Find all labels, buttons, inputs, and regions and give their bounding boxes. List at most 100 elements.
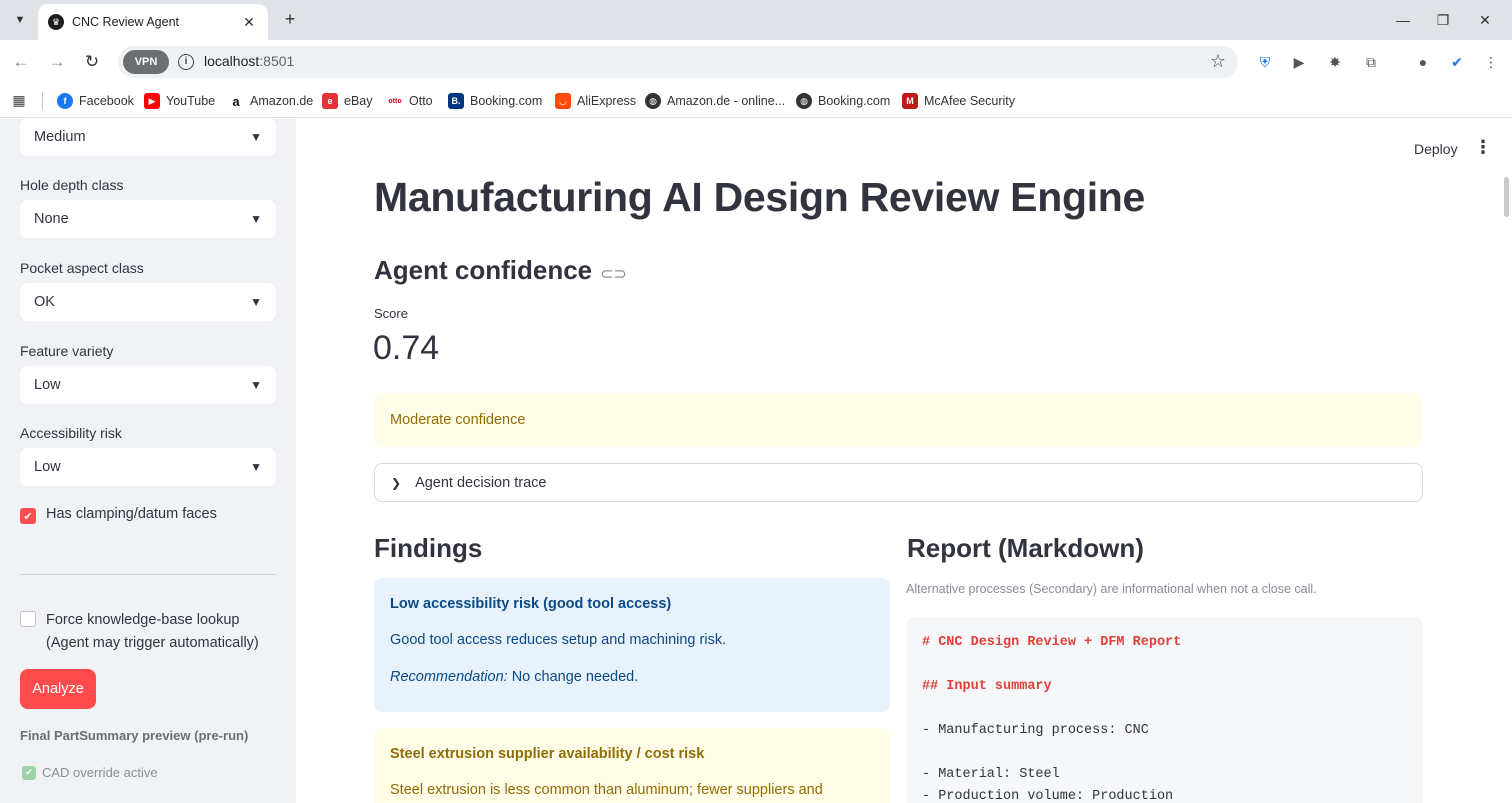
select-value: None — [34, 211, 69, 227]
badge-extension-icon[interactable]: ✸ — [1324, 51, 1346, 73]
mcafee-icon: M — [902, 93, 918, 109]
sidebar-divider — [20, 574, 276, 575]
close-window-icon[interactable]: ✕ — [1462, 6, 1508, 34]
finding-body: Steel extrusion is less common than alum… — [390, 782, 823, 798]
bookmark-star-icon[interactable]: ☆ — [1210, 51, 1226, 72]
force-kb-line1: Force knowledge-base lookup — [46, 612, 240, 628]
apps-grid-icon[interactable]: ▦ — [10, 91, 28, 109]
bookmark-facebook[interactable]: f Facebook — [57, 90, 134, 112]
finding-title: Steel extrusion supplier availability / … — [390, 746, 705, 762]
tab-title: CNC Review Agent — [72, 15, 179, 29]
feature-variety-select[interactable]: Low ▼ — [20, 366, 276, 404]
bookmark-label: Amazon.de — [250, 94, 314, 108]
analyze-button[interactable]: Analyze — [20, 669, 96, 709]
bookmarks-separator — [42, 92, 43, 110]
close-tab-icon[interactable]: ✕ — [240, 14, 258, 31]
bookmark-youtube[interactable]: ▶ YouTube — [144, 90, 215, 112]
bookmark-label: Facebook — [79, 94, 134, 108]
decision-trace-expander[interactable]: ❯ Agent decision trace — [374, 463, 1423, 502]
bookmark-amazon[interactable]: a Amazon.de — [228, 90, 313, 112]
video-extension-icon[interactable]: ▶ — [1288, 51, 1310, 73]
clamping-checkbox[interactable]: ✔ Has clamping/datum faces — [20, 506, 217, 524]
feature-variety-label: Feature variety — [20, 343, 114, 359]
bookmark-amazon-online[interactable]: ◍ Amazon.de - online... — [645, 90, 785, 112]
confidence-alert: Moderate confidence — [374, 393, 1422, 447]
finding-title: Low accessibility risk (good tool access… — [390, 596, 672, 612]
new-tab-icon[interactable]: + — [278, 8, 302, 32]
mcafee-shield-icon[interactable]: ✔ — [1446, 51, 1468, 73]
finding-recommendation: Recommendation: No change needed. — [390, 669, 874, 686]
force-kb-label: Force knowledge-base lookup (Agent may tr… — [46, 609, 259, 655]
finding-body: Good tool access reduces setup and machi… — [390, 632, 727, 648]
hole-depth-select[interactable]: None ▼ — [20, 200, 276, 238]
globe-icon: ◍ — [645, 93, 661, 109]
score-label: Score — [374, 306, 408, 321]
chevron-down-icon: ▼ — [250, 295, 262, 309]
checkbox-checked-icon[interactable]: ✔ — [20, 508, 36, 524]
select-value: Low — [34, 377, 61, 393]
password-manager-icon[interactable]: ⛨ — [1254, 51, 1276, 73]
code-line: ## Input summary — [922, 679, 1052, 694]
confidence-note: Moderate confidence — [390, 412, 526, 428]
address-bar[interactable]: VPN i localhost:8501 ☆ — [118, 46, 1238, 78]
report-heading: Report (Markdown) — [907, 533, 1144, 563]
main-content: Deploy ⋮ Manufacturing AI Design Review … — [296, 119, 1512, 803]
vpn-badge[interactable]: VPN — [123, 50, 169, 74]
reload-icon[interactable]: ↻ — [79, 49, 105, 75]
extensions-puzzle-icon[interactable]: ⧉ — [1360, 51, 1382, 73]
browser-tabstrip: ▼ ♛ CNC Review Agent ✕ + — ❐ ✕ — [0, 0, 1512, 40]
bookmark-aliexpress[interactable]: ◡ AliExpress — [555, 90, 636, 112]
trace-label: Agent decision trace — [415, 474, 547, 491]
restore-icon[interactable]: ❐ — [1420, 6, 1466, 34]
bookmark-booking[interactable]: B. Booking.com — [448, 90, 542, 112]
bookmark-label: Booking.com — [470, 94, 543, 108]
bookmark-booking-2[interactable]: ◍ Booking.com — [796, 90, 890, 112]
page-title: Manufacturing AI Design Review Engine — [374, 174, 1146, 220]
bookmark-otto[interactable]: otto Otto — [387, 90, 433, 112]
browser-tab[interactable]: ♛ CNC Review Agent ✕ — [38, 4, 268, 40]
clamping-label: Has clamping/datum faces — [46, 506, 217, 522]
back-icon[interactable]: ← — [8, 49, 34, 75]
chevron-down-icon: ▼ — [250, 130, 262, 144]
accessibility-risk-label: Accessibility risk — [20, 425, 122, 441]
top-select[interactable]: Medium ▼ — [20, 119, 276, 156]
recommendation-label: Recommendation: — [390, 669, 508, 686]
bookmark-label: Booking.com — [818, 94, 891, 108]
bookmark-label: McAfee Security — [924, 94, 1016, 108]
forward-icon[interactable]: → — [44, 49, 70, 75]
browser-toolbar: ← → ↻ VPN i localhost:8501 ☆ ⛨ ▶ ✸ ⧉ ● ✔… — [0, 40, 1512, 84]
finding-card: Low accessibility risk (good tool access… — [374, 578, 890, 712]
tab-search-icon[interactable]: ▼ — [8, 8, 32, 32]
browser-menu-icon[interactable]: ⋮ — [1480, 51, 1502, 73]
url-text[interactable]: localhost:8501 — [204, 53, 294, 69]
select-value: Low — [34, 459, 61, 475]
select-value: Medium — [34, 129, 86, 145]
pocket-aspect-label: Pocket aspect class — [20, 260, 144, 276]
url-host: localhost — [204, 53, 260, 69]
main-menu-icon[interactable]: ⋮ — [1474, 137, 1492, 158]
url-port: :8501 — [259, 53, 295, 69]
preview-caption: Final PartSummary preview (pre-run) — [20, 728, 249, 743]
chevron-down-icon: ▼ — [250, 378, 262, 392]
bookmark-ebay[interactable]: e eBay — [322, 90, 373, 112]
force-kb-checkbox[interactable]: Force knowledge-base lookup (Agent may tr… — [20, 609, 259, 655]
checkbox-unchecked-icon[interactable] — [20, 611, 36, 627]
checkbox-disabled-icon: ✔ — [22, 765, 36, 780]
score-value: 0.74 — [373, 329, 440, 367]
link-icon[interactable]: ⊂⊃ — [600, 266, 627, 283]
otto-icon: otto — [387, 93, 403, 109]
pocket-aspect-select[interactable]: OK ▼ — [20, 283, 276, 321]
deploy-button[interactable]: Deploy — [1414, 141, 1458, 157]
profile-icon[interactable]: ● — [1412, 51, 1434, 73]
report-code-block: # CNC Design Review + DFM Report ## Inpu… — [906, 617, 1423, 803]
code-line: - Production volume: Production — [922, 789, 1174, 803]
youtube-icon: ▶ — [144, 93, 160, 109]
site-info-icon[interactable]: i — [178, 54, 194, 70]
bookmark-mcafee[interactable]: M McAfee Security — [902, 90, 1015, 112]
findings-heading: Findings — [374, 533, 483, 563]
force-kb-line2: (Agent may trigger automatically) — [46, 635, 259, 652]
scrollbar-thumb[interactable] — [1504, 177, 1509, 217]
finding-card: Steel extrusion supplier availability / … — [374, 728, 890, 803]
accessibility-risk-select[interactable]: Low ▼ — [20, 448, 276, 486]
bookmark-label: AliExpress — [577, 94, 637, 108]
